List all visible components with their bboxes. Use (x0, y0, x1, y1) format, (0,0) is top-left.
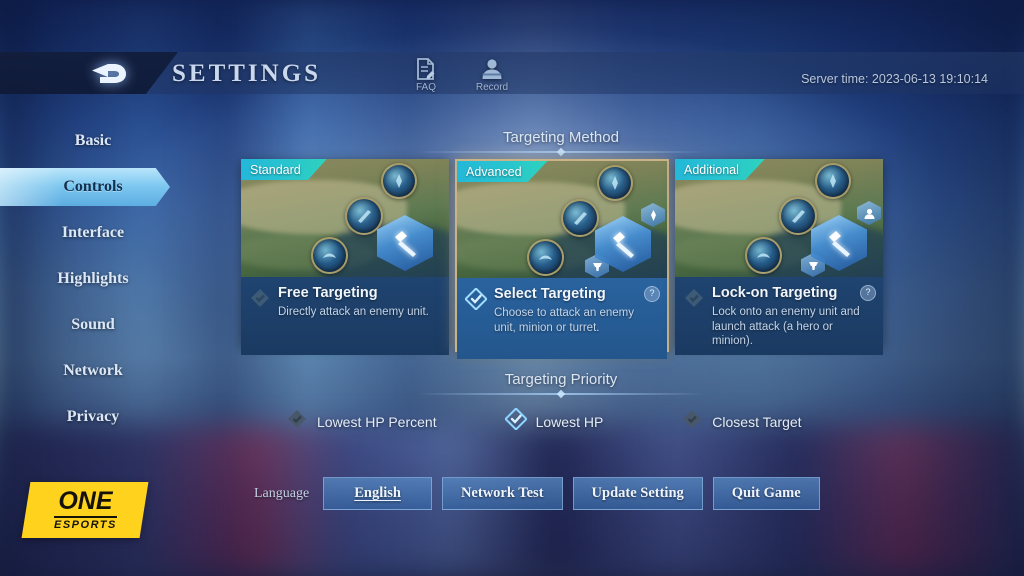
skill-icon-2 (779, 197, 817, 235)
priority-label: Closest Target (712, 413, 802, 430)
sidebar-item-privacy[interactable]: Privacy (0, 394, 186, 440)
faq-button[interactable]: FAQ (404, 57, 448, 93)
language-label: Language (254, 485, 310, 501)
card-title: Free Targeting (278, 285, 378, 301)
back-button[interactable] (78, 58, 132, 88)
skill-icon-1 (815, 163, 851, 199)
card-title: Select Targeting (494, 286, 606, 302)
update-setting-button[interactable]: Update Setting (572, 477, 703, 510)
quit-game-button[interactable]: Quit Game (712, 477, 820, 510)
targeting-method-heading: Targeting Method (416, 129, 706, 153)
priority-label: Lowest HP Percent (317, 413, 437, 430)
sidebar-label-highlights: Highlights (57, 270, 129, 287)
one-esports-watermark: ONE ESPORTS (21, 482, 149, 538)
sidebar-item-sound[interactable]: Sound (0, 302, 186, 348)
card-lock-on-targeting[interactable]: Additional ? Lock-on Targeting Lock onto… (675, 159, 883, 355)
checkbox-unchecked-icon[interactable] (683, 287, 705, 309)
checkbox-checked-icon (503, 407, 528, 435)
faq-icon (404, 57, 448, 81)
watermark-line-one: ONE (53, 487, 117, 518)
priority-option-closest-target[interactable]: Closest Target (681, 408, 802, 435)
server-time: Server time: 2023-06-13 19:10:14 (801, 72, 988, 86)
skill-icon-1 (381, 163, 417, 199)
sidebar-label-network: Network (63, 362, 123, 379)
skill-icon-3 (311, 237, 348, 274)
page-title: SETTINGS (172, 60, 322, 87)
sidebar-label-privacy: Privacy (66, 408, 120, 425)
checkbox-unchecked-icon (286, 408, 308, 435)
checkbox-unchecked-icon[interactable] (249, 287, 271, 309)
targeting-priority-heading-text: Targeting Priority (504, 371, 618, 388)
settings-screen: SETTINGS FAQ Record Server time: 2023-06… (0, 0, 1024, 576)
header-icon-group: FAQ Record (404, 57, 514, 93)
sidebar-item-basic[interactable]: Basic (0, 118, 186, 164)
priority-option-lowest-hp-percent[interactable]: Lowest HP Percent (286, 408, 437, 435)
card-description: Lock onto an enemy unit and launch attac… (712, 306, 860, 347)
skill-icon-3 (745, 237, 782, 274)
skill-icon-2 (561, 199, 599, 237)
skill-icon-1 (597, 165, 633, 201)
faq-label: FAQ (415, 82, 436, 93)
sidebar-item-network[interactable]: Network (0, 348, 186, 394)
language-value: English (354, 485, 401, 501)
card-body: ? Lock-on Targeting Lock onto an enemy u… (675, 277, 883, 355)
targeting-method-cards: Standard Free Targeting Directly attack … (241, 159, 883, 359)
card-description: Choose to attack an enemy unit, minion o… (494, 307, 634, 334)
target-hero-button-icon (857, 201, 881, 225)
checkbox-checked-icon[interactable] (465, 288, 487, 310)
sidebar-item-highlights[interactable]: Highlights (0, 256, 186, 302)
card-free-targeting[interactable]: Standard Free Targeting Directly attack … (241, 159, 449, 355)
sidebar-nav: Basic Controls Interface Highlights Soun… (0, 118, 186, 440)
heading-divider (416, 151, 706, 153)
card-body: Free Targeting Directly attack an enemy … (241, 277, 449, 355)
network-test-button[interactable]: Network Test (441, 477, 563, 510)
card-description: Directly attack an enemy unit. (278, 306, 429, 319)
record-button[interactable]: Record (470, 57, 514, 93)
checkbox-unchecked-icon (681, 408, 703, 435)
card-title: Lock-on Targeting (712, 285, 838, 301)
target-minion-button-icon (641, 203, 665, 227)
card-body: ? Select Targeting Choose to attack an e… (457, 278, 667, 359)
sidebar-item-interface[interactable]: Interface (0, 210, 186, 256)
skill-icon-3 (527, 239, 564, 276)
priority-option-lowest-hp[interactable]: Lowest HP (503, 407, 604, 435)
record-icon (470, 57, 514, 81)
sidebar-label-controls: Controls (63, 178, 123, 195)
priority-label: Lowest HP (535, 413, 604, 430)
sidebar-item-controls[interactable]: Controls (0, 164, 186, 210)
targeting-priority-options: Lowest HP Percent Lowest HP Closest Targ… (286, 407, 856, 435)
card-select-targeting[interactable]: Advanced ? Select Targeting Choose to at… (455, 159, 669, 359)
help-button[interactable]: ? (644, 286, 660, 302)
targeting-priority-heading: Targeting Priority (416, 371, 706, 395)
skill-icon-2 (345, 197, 383, 235)
language-select-button[interactable]: English (323, 477, 432, 510)
heading-divider (416, 393, 706, 395)
help-button[interactable]: ? (860, 285, 876, 301)
watermark-line-two: ESPORTS (53, 519, 117, 531)
record-label: Record (475, 82, 509, 93)
sidebar-label-sound: Sound (71, 316, 115, 333)
sidebar-label-basic: Basic (74, 132, 112, 149)
bottom-button-bar: Language English Network Test Update Set… (254, 477, 820, 510)
targeting-method-heading-text: Targeting Method (503, 129, 619, 146)
sidebar-label-interface: Interface (61, 224, 125, 241)
